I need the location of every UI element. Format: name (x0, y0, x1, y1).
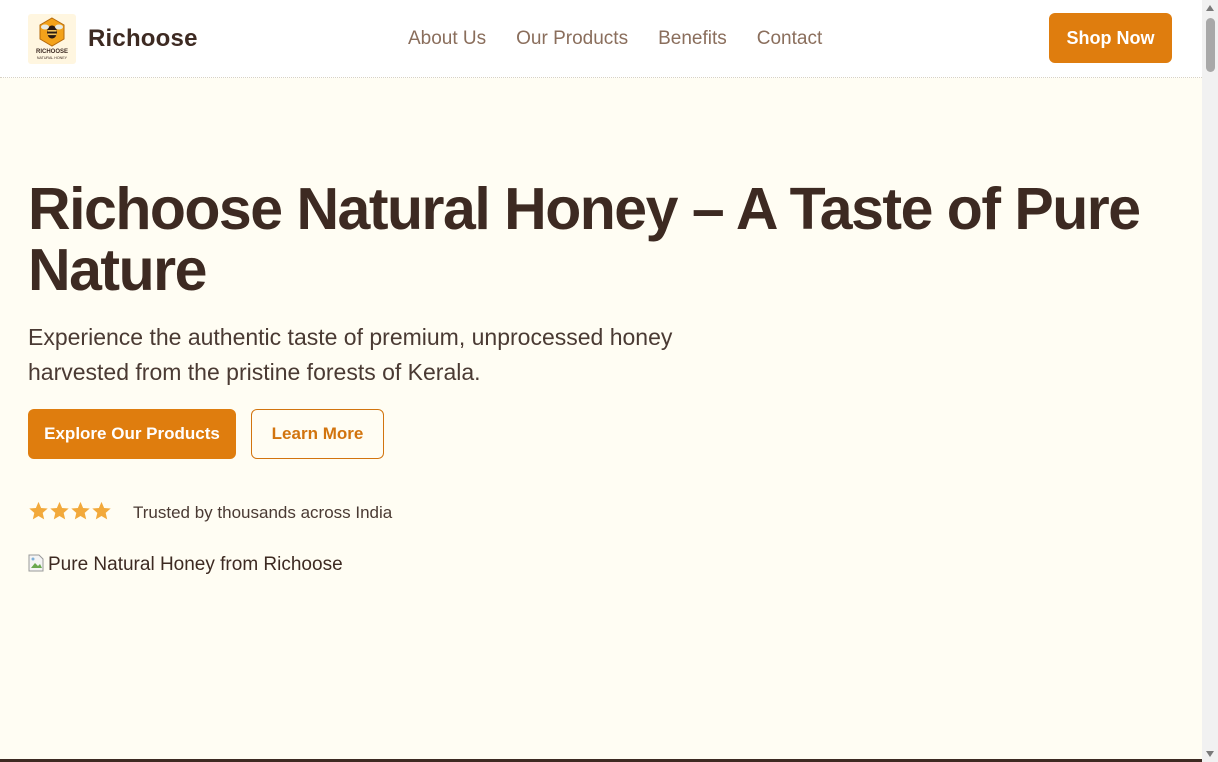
scroll-down-arrow-icon[interactable] (1202, 746, 1218, 762)
hero-image: Pure Natural Honey from Richoose (28, 554, 343, 576)
main-nav: About Us Our Products Benefits Contact (408, 28, 822, 50)
hero-subtitle: Experience the authentic taste of premiu… (28, 324, 673, 385)
hero-section: Richoose Natural Honey – A Taste of Pure… (0, 79, 1202, 762)
hero-title: Richoose Natural Honey – A Taste of Pure… (28, 176, 1141, 303)
page-viewport: RICHOOSE NATURAL HONEY Richoose About Us… (0, 0, 1202, 762)
nav-item-contact[interactable]: Contact (757, 28, 822, 50)
scrollbar-thumb[interactable] (1206, 18, 1215, 72)
vertical-scrollbar[interactable] (1202, 0, 1218, 762)
brand-logo[interactable]: RICHOOSE NATURAL HONEY (28, 14, 76, 64)
nav-item-our-products[interactable]: Our Products (516, 28, 628, 50)
brand-name[interactable]: Richoose (88, 25, 198, 53)
site-header: RICHOOSE NATURAL HONEY Richoose About Us… (0, 0, 1202, 78)
broken-image-icon (28, 554, 44, 572)
shop-now-button[interactable]: Shop Now (1049, 13, 1172, 63)
learn-more-button[interactable]: Learn More (251, 409, 384, 459)
explore-products-button[interactable]: Explore Our Products (28, 409, 236, 459)
svg-text:RICHOOSE: RICHOOSE (36, 49, 68, 55)
nav-item-about-us[interactable]: About Us (408, 28, 486, 50)
trust-text: Trusted by thousands across India (133, 503, 393, 522)
star-icon (92, 501, 111, 520)
rating-stars (28, 500, 112, 522)
star-icon (29, 501, 48, 520)
bee-hexagon-logo-icon: RICHOOSE NATURAL HONEY (36, 17, 68, 60)
svg-text:NATURAL HONEY: NATURAL HONEY (37, 56, 68, 60)
scroll-up-arrow-icon[interactable] (1202, 0, 1218, 16)
nav-item-benefits[interactable]: Benefits (658, 28, 727, 50)
star-icon (50, 501, 69, 520)
star-icon (71, 501, 90, 520)
hero-image-alt-text: Pure Natural Honey from Richoose (48, 554, 343, 575)
